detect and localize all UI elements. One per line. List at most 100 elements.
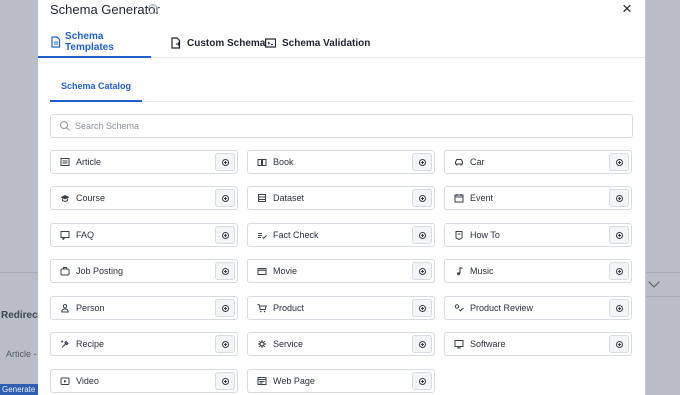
schema-card-label: How To [470,230,500,240]
schema-card-software[interactable]: Software [444,332,632,356]
schema-card-service[interactable]: Service [247,332,435,356]
add-schema-button[interactable] [412,189,432,207]
help-icon[interactable]: ? [148,4,158,14]
modal-header: Schema Generator ? × [38,0,645,22]
plus-circle-icon [418,158,426,166]
add-schema-button[interactable] [609,299,629,317]
schema-card-recipe[interactable]: Recipe [50,332,238,356]
schema-card-product[interactable]: Product [247,296,435,320]
schema-card-person[interactable]: Person [50,296,238,320]
search-box[interactable] [50,114,633,138]
schema-card-video[interactable]: Video [50,369,238,393]
add-schema-button[interactable] [609,153,629,171]
add-schema-button[interactable] [609,189,629,207]
add-schema-button[interactable] [412,372,432,390]
video-icon [60,376,70,386]
tab-label: Schema Templates [65,31,114,53]
schema-card-label: Event [470,193,494,203]
add-schema-button[interactable] [412,299,432,317]
schema-card-label: Movie [273,266,298,276]
course-icon [60,193,70,203]
background-left-panel [0,0,38,395]
article-icon [60,157,70,167]
schema-card-label: Web Page [273,376,315,386]
add-schema-button[interactable] [412,153,432,171]
schema-card-job-posting[interactable]: Job Posting [50,259,238,283]
add-schema-button[interactable] [609,335,629,353]
plus-circle-icon [418,340,426,348]
tab-label: Schema Validation [282,37,371,49]
add-schema-button[interactable] [215,189,235,207]
schema-card-article[interactable]: Article [50,150,238,174]
add-schema-button[interactable] [609,226,629,244]
search-icon [59,120,71,132]
schema-card-car[interactable]: Car [444,150,632,174]
add-schema-button[interactable] [412,262,432,280]
plus-circle-icon [221,158,229,166]
schema-generator-modal: Schema Generator ? × Schema Templates Cu… [38,0,645,395]
background-article-label: Article - [6,349,37,359]
plus-circle-icon [615,158,623,166]
schema-card-faq[interactable]: FAQ [50,223,238,247]
schema-card-product-review[interactable]: Product Review [444,296,632,320]
schema-card-label: Course [76,193,106,203]
plus-circle-icon [221,194,229,202]
schema-card-dataset[interactable]: Dataset [247,186,435,210]
schema-card-event[interactable]: Event [444,186,632,210]
schema-card-label: Article [76,157,102,167]
schema-card-label: Product [273,303,305,313]
car-icon [454,157,464,167]
custom-schema-icon [170,37,181,49]
recipe-icon [60,339,70,349]
schema-card-label: Book [273,157,294,167]
add-schema-button[interactable] [412,335,432,353]
add-schema-button[interactable] [215,262,235,280]
product-icon [257,303,267,313]
dataset-icon [257,193,267,203]
job-posting-icon [60,266,70,276]
schema-card-course[interactable]: Course [50,186,238,210]
software-icon [454,339,464,349]
schema-card-label: Product Review [470,303,534,313]
plus-circle-icon [615,304,623,312]
add-schema-button[interactable] [215,372,235,390]
background-right-panel [646,0,680,395]
fact-check-icon [257,230,267,240]
add-schema-button[interactable] [412,226,432,244]
plus-circle-icon [221,340,229,348]
subtab-schema-catalog[interactable]: Schema Catalog [50,72,143,102]
schema-card-how-to[interactable]: How To [444,223,632,247]
plus-circle-icon [418,231,426,239]
schema-card-label: Recipe [76,339,105,349]
schema-card-music[interactable]: Music [444,259,632,283]
add-schema-button[interactable] [609,262,629,280]
tab-bar: Schema Templates Custom Schema Schema Va… [38,28,645,58]
background-divider [0,272,38,273]
plus-circle-icon [418,304,426,312]
schema-card-label: Fact Check [273,230,319,240]
close-button[interactable]: × [619,0,635,18]
plus-circle-icon [615,267,623,275]
tab-schema-templates[interactable]: Schema Templates [38,28,151,58]
tab-schema-validation[interactable]: Schema Validation [253,28,382,58]
schema-card-fact-check[interactable]: Fact Check [247,223,435,247]
music-icon [454,266,464,276]
person-icon [60,303,70,313]
schema-card-label: Software [470,339,506,349]
search-input[interactable] [75,121,575,131]
add-schema-button[interactable] [215,153,235,171]
modal-title: Schema Generator [50,2,160,17]
background-divider [646,272,680,273]
schema-card-label: Dataset [273,193,305,203]
schema-card-label: Person [76,303,105,313]
add-schema-button[interactable] [215,226,235,244]
schema-card-label: Job Posting [76,266,124,276]
schema-card-movie[interactable]: Movie [247,259,435,283]
plus-circle-icon [221,231,229,239]
add-schema-button[interactable] [215,299,235,317]
schema-card-web-page[interactable]: Web Page [247,369,435,393]
plus-circle-icon [418,267,426,275]
schema-card-book[interactable]: Book [247,150,435,174]
plus-circle-icon [615,340,623,348]
add-schema-button[interactable] [215,335,235,353]
